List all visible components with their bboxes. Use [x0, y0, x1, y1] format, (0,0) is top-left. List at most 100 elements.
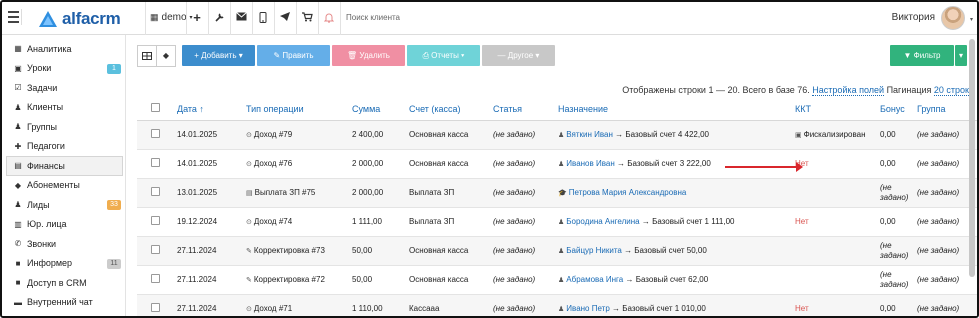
sum-cell: 50,00	[350, 265, 407, 295]
operation-cell[interactable]: ⊙ Доход #74	[244, 207, 350, 237]
client-search-input[interactable]: Поиск клиента	[346, 13, 400, 22]
sidebar-item-lessons[interactable]: ▣ Уроки 1	[2, 59, 125, 79]
col-bonus[interactable]: Бонус	[878, 98, 915, 121]
sidebar-item-informer[interactable]: ■ Информер 11	[2, 254, 125, 274]
purpose-tail: → Базовый счет 1 111,00	[639, 217, 735, 226]
bookmark-icon: ■	[15, 258, 21, 268]
plus-icon[interactable]: +	[191, 11, 203, 24]
row-checkbox[interactable]	[151, 274, 160, 283]
article-cell: (не задано)	[491, 178, 556, 208]
kkt-status: Нет	[795, 217, 809, 226]
toolbar: ◆ + Добавить ▾ ✎ Править 🗑 Удалить ⎙ Отч…	[137, 45, 967, 67]
divider	[186, 2, 187, 35]
row-checkbox[interactable]	[151, 245, 160, 254]
row-checkbox[interactable]	[151, 158, 160, 167]
tag-view-button[interactable]: ◆	[156, 45, 176, 67]
operation-cell[interactable]: ▤ Выплата ЗП #75	[244, 178, 350, 208]
table-row[interactable]: 27.11.2024 ⊙ Доход #71 1 110,00 Кассааа (не з…	[137, 294, 977, 316]
field-settings-link[interactable]: Настройка полей	[812, 85, 885, 96]
table-view-button[interactable]	[137, 45, 157, 67]
sidebar-item-groups[interactable]: ♟ Группы	[2, 117, 125, 137]
person-link[interactable]: Вяткин Иван	[566, 130, 613, 139]
row-select-cell	[137, 294, 175, 316]
pagination-select[interactable]: 20 строк	[933, 85, 969, 96]
scrollbar[interactable]	[968, 37, 976, 316]
cart-icon[interactable]	[301, 12, 313, 24]
user-name[interactable]: Виктория	[892, 12, 935, 23]
money-icon: ▤	[14, 161, 22, 171]
col-article[interactable]: Статья	[491, 98, 556, 121]
operation-cell[interactable]: ✎ Корректировка #73	[244, 236, 350, 266]
avatar[interactable]	[941, 6, 965, 30]
table-row[interactable]: 27.11.2024 ✎ Корректировка #72 50,00 Основна…	[137, 265, 977, 295]
table-row[interactable]: 27.11.2024 ✎ Корректировка #73 50,00 Основна…	[137, 236, 977, 266]
col-account[interactable]: Счет (касса)	[407, 98, 491, 121]
article-cell: (не задано)	[491, 236, 556, 266]
sidebar-item-legal-entities[interactable]: ▥ Юр. лица	[2, 215, 125, 235]
person-link[interactable]: Бородина Ангелина	[566, 217, 639, 226]
row-checkbox[interactable]	[151, 187, 160, 196]
kkt-cell: Нет	[793, 294, 878, 316]
person-link[interactable]: Иванов Иван	[566, 159, 614, 168]
col-operation-type[interactable]: Тип операции	[244, 98, 350, 121]
table-row[interactable]: 19.12.2024 ⊙ Доход #74 1 111,00 Выплата ЗП (н…	[137, 207, 977, 237]
users-icon: ♟	[14, 122, 22, 132]
table-row[interactable]: 14.01.2025 ⊙ Доход #76 2 000,00 Основная кас…	[137, 149, 977, 179]
article-cell: (не задано)	[491, 120, 556, 150]
chevron-down-icon[interactable]: ▾	[970, 16, 973, 23]
add-button[interactable]: + Добавить ▾	[182, 45, 255, 66]
col-purpose[interactable]: Назначение	[556, 98, 793, 121]
edit-button[interactable]: ✎ Править	[257, 45, 330, 66]
sidebar-item-calls[interactable]: ✆ Звонки	[2, 234, 125, 254]
sidebar-item-tasks[interactable]: ☑ Задачи	[2, 78, 125, 98]
other-button[interactable]: — Другое ▾	[482, 45, 555, 66]
kkt-cell	[793, 236, 878, 266]
filter-button[interactable]: ▼ Фильтр	[890, 45, 954, 66]
select-all-checkbox[interactable]	[151, 103, 160, 113]
person-link[interactable]: Ивано Петр	[566, 304, 610, 313]
col-sum[interactable]: Сумма	[350, 98, 407, 121]
row-checkbox[interactable]	[151, 129, 160, 138]
operation-cell[interactable]: ✎ Корректировка #72	[244, 265, 350, 295]
logo[interactable]: alfacrm	[38, 8, 121, 30]
sidebar-item-finance[interactable]: ▤ Финансы	[6, 156, 123, 176]
mobile-icon[interactable]	[257, 12, 269, 24]
reports-button[interactable]: ⎙ Отчеты ▾	[407, 45, 480, 66]
sidebar-item-teachers[interactable]: ✚ Педагоги	[2, 137, 125, 157]
filter-dropdown-button[interactable]: ▾	[955, 45, 967, 66]
user-icon: ♟	[558, 248, 565, 255]
scrollbar-thumb[interactable]	[969, 39, 975, 277]
col-kkt[interactable]: ККТ	[793, 98, 878, 121]
person-link[interactable]: Байцур Никита	[566, 246, 622, 255]
row-checkbox[interactable]	[151, 216, 160, 225]
sidebar-item-clients[interactable]: ♟ Клиенты	[2, 98, 125, 118]
tag-icon: ◆	[162, 51, 170, 60]
envelope-icon[interactable]	[235, 12, 247, 24]
date-cell: 27.11.2024	[175, 236, 244, 266]
operation-icon: ⊙	[246, 306, 252, 313]
row-checkbox[interactable]	[151, 303, 160, 312]
delete-button[interactable]: 🗑 Удалить	[332, 45, 405, 66]
table-row[interactable]: 13.01.2025 ▤ Выплата ЗП #75 2 000,00 Выплата…	[137, 178, 977, 208]
sidebar-item-analytics[interactable]: ▦ Аналитика	[2, 39, 125, 59]
col-date[interactable]: Дата ↑	[175, 98, 244, 121]
sidebar-item-crm-access[interactable]: ■ Доступ в CRM	[2, 273, 125, 293]
sidebar-item-subscriptions[interactable]: ◆ Абонементы	[2, 176, 125, 196]
operation-cell[interactable]: ⊙ Доход #76	[244, 149, 350, 179]
building-icon: ▦	[150, 12, 159, 22]
menu-icon[interactable]	[6, 9, 22, 25]
sidebar-item-internal-chat[interactable]: ▬ Внутренний чат	[2, 293, 125, 313]
row-select-cell	[137, 178, 175, 208]
person-link[interactable]: Петрова Мария Александровна	[569, 188, 687, 197]
sidebar-item-leads[interactable]: ♟ Лиды 33	[2, 195, 125, 215]
bell-icon[interactable]	[323, 12, 335, 24]
pagination-label: Пагинация	[886, 85, 932, 95]
operation-cell[interactable]: ⊙ Доход #71	[244, 294, 350, 316]
table-row[interactable]: 14.01.2025 ⊙ Доход #79 2 400,00 Основная кас…	[137, 120, 977, 150]
operation-cell[interactable]: ⊙ Доход #79	[244, 120, 350, 150]
telegram-icon[interactable]	[279, 12, 291, 24]
wrench-icon[interactable]	[213, 12, 225, 24]
person-link[interactable]: Абрамова Инга	[566, 275, 623, 284]
purpose-cell: ♟ Иванов Иван → Базовый счет 3 222,00	[556, 149, 793, 179]
operation-label: Доход #71	[253, 304, 293, 313]
